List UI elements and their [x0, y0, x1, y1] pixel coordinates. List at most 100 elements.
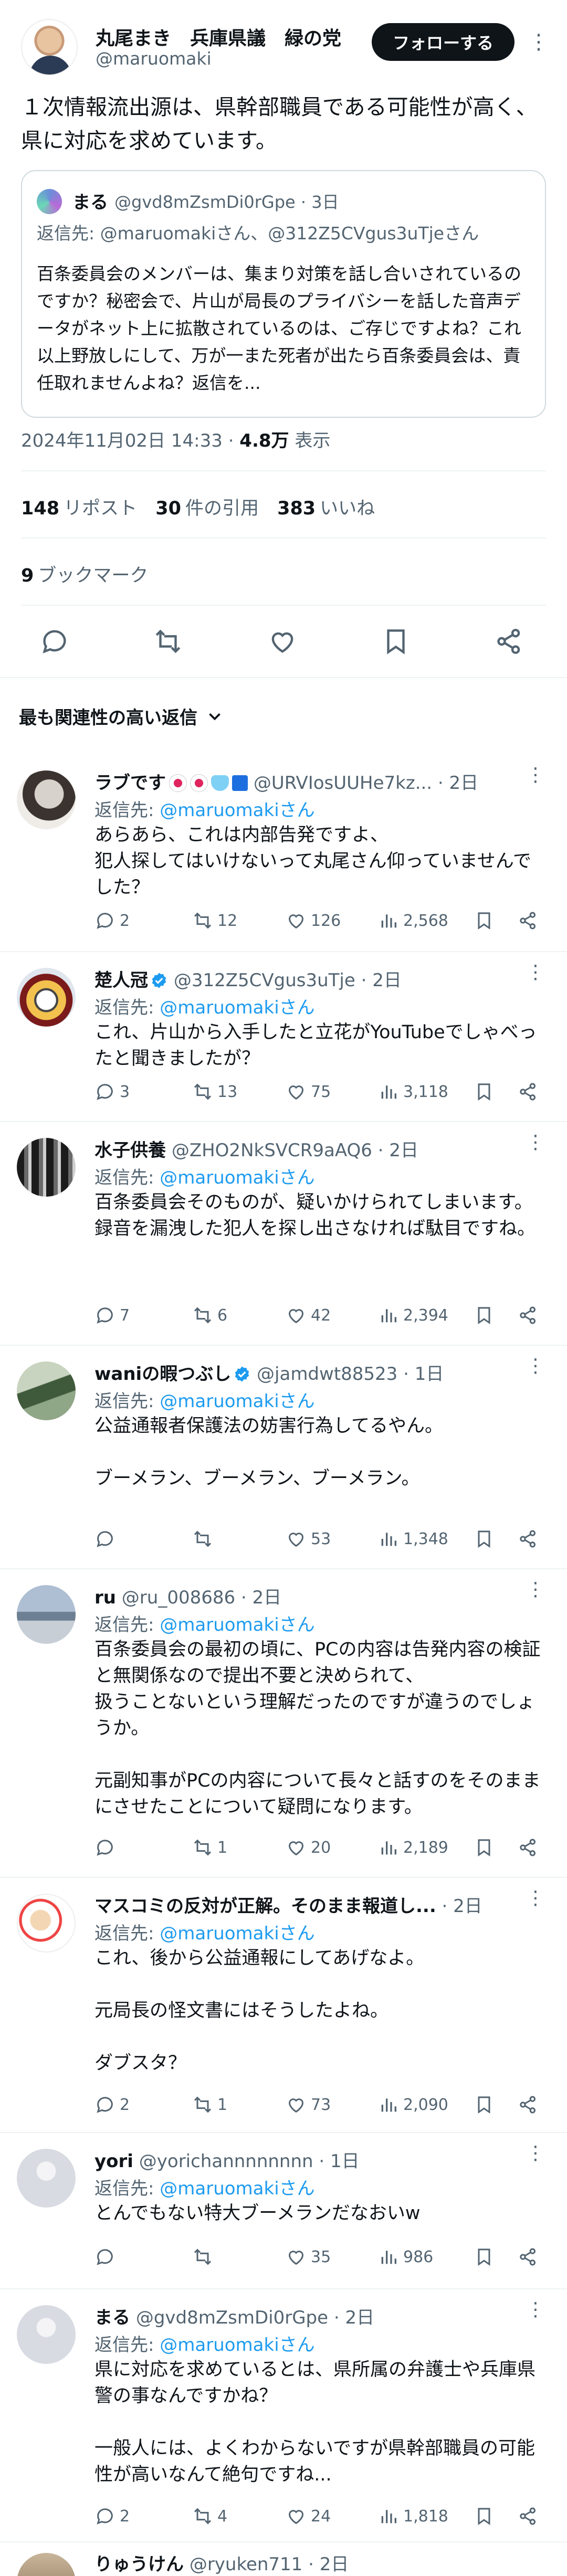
views-button[interactable]: 2,189	[378, 1832, 448, 1863]
like-button[interactable]: 53	[286, 1523, 331, 1555]
repost-button[interactable]: 1	[192, 2089, 227, 2120]
bookmark-icon[interactable]	[474, 1076, 495, 1107]
share-icon[interactable]	[518, 1076, 539, 1107]
reply-button[interactable]: 3	[94, 1076, 130, 1107]
like-button[interactable]: 20	[286, 1832, 331, 1863]
reply-button[interactable]	[94, 1832, 120, 1863]
reply-item[interactable]: yori @yorichannnnnnnn · 1日 ⋮ 返信先: @maruo…	[0, 2133, 567, 2288]
bookmark-icon[interactable]	[474, 1523, 495, 1555]
reply-button[interactable]: 2	[94, 905, 130, 936]
reply-author-name[interactable]: ラブです	[94, 773, 166, 794]
reply-button[interactable]: 7	[94, 1300, 130, 1331]
repost-button[interactable]: 12	[192, 905, 237, 936]
bookmark-icon[interactable]	[474, 2089, 495, 2120]
reply-author-name[interactable]: りゅうけん	[94, 2554, 184, 2575]
author-handle[interactable]: @maruomaki	[96, 48, 212, 69]
reply-item[interactable]: りゅうけん @ryuken711 · 2日	[0, 2542, 567, 2576]
repost-button[interactable]	[192, 1523, 217, 1555]
share-icon[interactable]	[518, 1523, 539, 1555]
reply-icon[interactable]	[36, 622, 74, 660]
views-button[interactable]: 2,090	[378, 2089, 448, 2120]
reply-button[interactable]: 2	[94, 2089, 130, 2120]
reply-button[interactable]	[94, 1523, 120, 1555]
share-icon[interactable]	[490, 622, 528, 660]
more-options-icon[interactable]: ⋮	[526, 1132, 545, 1153]
share-icon[interactable]	[518, 2089, 539, 2120]
reply-author-name[interactable]: 水子供養	[94, 1140, 166, 1161]
reply-avatar[interactable]	[17, 1361, 76, 1420]
views-button[interactable]: 986	[378, 2241, 433, 2273]
more-options-icon[interactable]: ⋮	[526, 1887, 545, 1909]
repost-button[interactable]: 13	[192, 1076, 237, 1107]
reply-item[interactable]: ラブです @URVIosUUHe7kz... · 2日 ⋮ 返信先: @maru…	[0, 755, 567, 950]
share-icon[interactable]	[518, 1832, 539, 1863]
reply-avatar[interactable]	[17, 1894, 76, 1952]
like-button[interactable]: 24	[286, 2500, 331, 2532]
reply-avatar[interactable]	[17, 2149, 76, 2208]
more-options-icon[interactable]: ⋮	[526, 1355, 545, 1377]
share-icon[interactable]	[518, 905, 539, 936]
author-name[interactable]: 丸尾まき 兵庫県議 緑の党	[96, 23, 358, 50]
more-options-icon[interactable]: ⋮	[526, 764, 545, 786]
reply-author-name[interactable]: 楚人冠	[94, 970, 148, 991]
quoted-tweet-card[interactable]: まる @gvd8mZsmDi0rGpe · 3日 返信先: @maruomaki…	[21, 170, 546, 418]
views-button[interactable]: 1,348	[378, 1523, 448, 1555]
likes-stat[interactable]: 383 いいね	[277, 498, 375, 519]
reply-avatar[interactable]	[17, 1138, 76, 1197]
reply-to-link[interactable]: @maruomakiさん	[160, 1391, 314, 1412]
reply-item[interactable]: 楚人冠 @312Z5CVgus3uTje · 2日 ⋮ 返信先: @maruom…	[0, 952, 567, 1121]
reply-author-name[interactable]: マスコミの反対が正解。そのまま報道し...	[94, 1896, 436, 1917]
more-options-icon[interactable]: ⋮	[526, 2299, 545, 2320]
share-icon[interactable]	[518, 1300, 539, 1331]
author-avatar[interactable]	[21, 19, 78, 76]
bookmarks-stat[interactable]: 9 ブックマーク	[21, 561, 148, 587]
reply-avatar[interactable]	[17, 2305, 76, 2364]
more-options-icon[interactable]: ⋮	[526, 2142, 545, 2164]
reply-to-link[interactable]: @maruomakiさん	[160, 997, 314, 1018]
repost-icon[interactable]	[149, 622, 187, 660]
reply-item[interactable]: マスコミの反対が正解。そのまま報道し... · 2日 ⋮ 返信先: @maruo…	[0, 1878, 567, 2132]
like-button[interactable]: 42	[286, 1300, 331, 1331]
like-button[interactable]: 75	[286, 1076, 331, 1107]
views-button[interactable]: 3,118	[378, 1076, 448, 1107]
repost-button[interactable]	[192, 2241, 217, 2273]
repost-button[interactable]: 4	[192, 2500, 227, 2532]
follow-button[interactable]: フォローする	[372, 23, 514, 61]
reply-avatar[interactable]	[17, 1585, 76, 1644]
like-button[interactable]: 126	[286, 905, 341, 936]
repost-button[interactable]: 6	[192, 1300, 227, 1331]
like-button[interactable]: 73	[286, 2089, 331, 2120]
reply-item[interactable]: まる @gvd8mZsmDi0rGpe · 2日 ⋮ 返信先: @maruoma…	[0, 2289, 567, 2541]
reply-to-link[interactable]: @maruomakiさん	[160, 1614, 314, 1635]
reply-sort-selector[interactable]: 最も関連性の高い返信	[19, 703, 225, 729]
bookmark-icon[interactable]	[474, 1300, 495, 1331]
reply-avatar[interactable]	[17, 968, 76, 1027]
like-button[interactable]: 35	[286, 2241, 331, 2273]
reposts-stat[interactable]: 148 リポスト	[21, 498, 137, 519]
more-options-icon[interactable]: ⋮	[528, 27, 549, 57]
bookmark-icon[interactable]	[474, 1832, 495, 1863]
reply-author-name[interactable]: ru	[94, 1587, 116, 1608]
reply-item[interactable]: ru @ru_008686 · 2日 ⋮ 返信先: @maruomakiさん 百…	[0, 1569, 567, 1877]
reply-to-link[interactable]: @maruomakiさん	[160, 800, 314, 821]
reply-to-link[interactable]: @maruomakiさん	[160, 2178, 314, 2199]
views-button[interactable]: 1,818	[378, 2500, 448, 2532]
reply-author-name[interactable]: yori	[94, 2151, 133, 2172]
bookmark-icon[interactable]	[377, 622, 415, 660]
views-button[interactable]: 2,394	[378, 1300, 448, 1331]
tweet-timestamp[interactable]: 2024年11月02日 14:33	[21, 430, 223, 451]
like-icon[interactable]	[264, 622, 301, 660]
repost-button[interactable]: 1	[192, 1832, 227, 1863]
reply-to-link[interactable]: @maruomakiさん	[160, 1923, 314, 1944]
reply-item[interactable]: 水子供養 @ZHO2NkSVCR9aAQ6 · 2日 ⋮ 返信先: @maruo…	[0, 1122, 567, 1345]
more-options-icon[interactable]: ⋮	[526, 962, 545, 983]
reply-to-link[interactable]: @maruomakiさん	[160, 1167, 314, 1188]
reply-item[interactable]: waniの暇つぶし @jamdwt88523 · 1日 ⋮ 返信先: @maru…	[0, 1346, 567, 1568]
bookmark-icon[interactable]	[474, 905, 495, 936]
quotes-stat[interactable]: 30 件の引用	[155, 498, 259, 519]
more-options-icon[interactable]: ⋮	[526, 1579, 545, 1600]
reply-avatar[interactable]	[17, 770, 76, 829]
reply-button[interactable]: 2	[94, 2500, 130, 2532]
bookmark-icon[interactable]	[474, 2500, 495, 2532]
reply-author-name[interactable]: waniの暇つぶし	[94, 1364, 231, 1385]
